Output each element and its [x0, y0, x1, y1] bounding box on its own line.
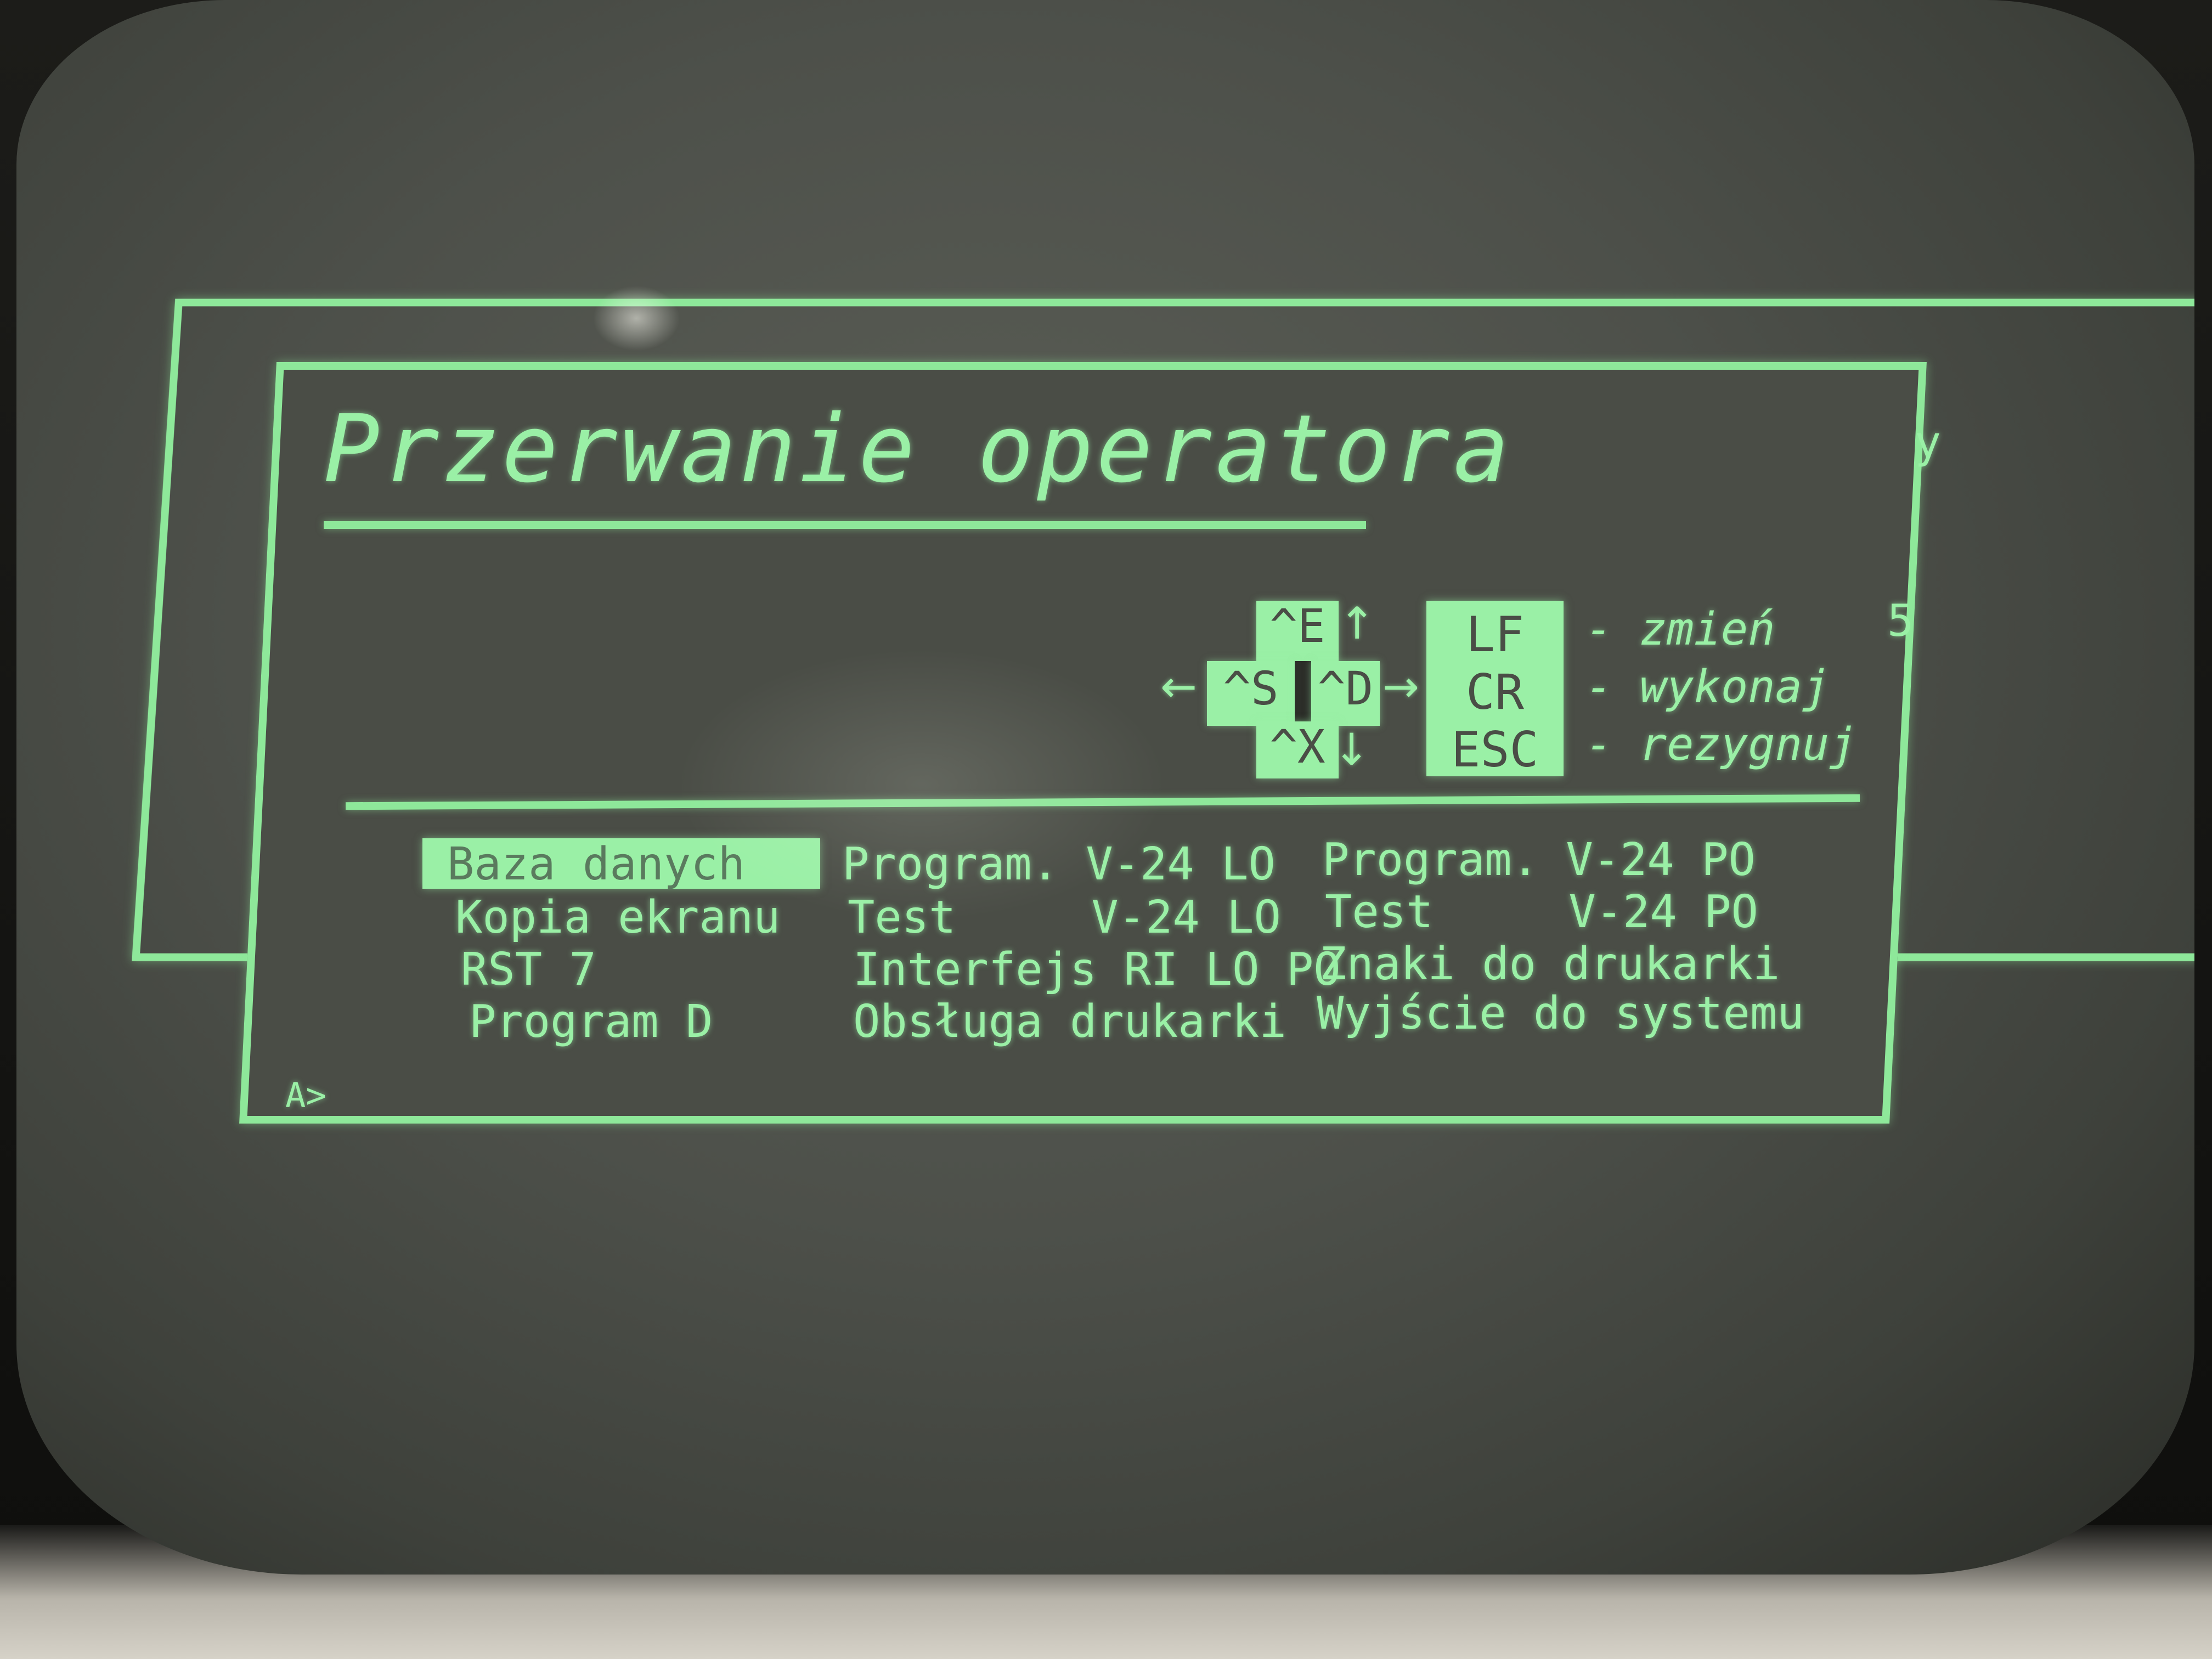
key-esc: ESC: [1451, 721, 1539, 778]
menu-item-test-v24-po[interactable]: Test V-24 PO: [1325, 886, 1758, 938]
title-underline: [324, 521, 1366, 529]
menu-item-znaki-do-drukarki[interactable]: Znaki do drukarki: [1319, 938, 1780, 990]
key-up: ^E: [1256, 601, 1339, 663]
key-down: ^X: [1256, 721, 1339, 778]
command-desc-execute: - wykonaj: [1585, 661, 1830, 713]
arrow-down-icon: ↓: [1333, 724, 1370, 775]
command-desc-cancel: - rezygnuj: [1585, 719, 1857, 771]
crt-screen: Przerwanie operatora y 5 ^E ^S ^D ^X ↑ ←…: [16, 0, 2194, 1575]
menu-item-interfejs-ri[interactable]: Interfejs RI LO PO: [853, 944, 1341, 996]
menu-item-obsluga-drukarki[interactable]: Obsługa drukarki: [853, 996, 1286, 1048]
arrow-up-icon: ↑: [1339, 598, 1376, 649]
edge-char-2: 5: [1887, 595, 1914, 646]
menu-item-program-v24-po[interactable]: Program. V-24 PO: [1322, 834, 1756, 886]
command-desc-change: - zmień: [1585, 603, 1775, 656]
menu-item-wyjscie-do-systemu[interactable]: Wyjście do systemu: [1317, 988, 1804, 1040]
command-prompt: A>: [285, 1075, 326, 1115]
menu-item-rst-7[interactable]: RST 7: [461, 944, 596, 996]
dialog-title: Przerwanie operatora: [324, 395, 1513, 504]
screen-reflection: [675, 647, 1169, 922]
key-right: ^D: [1311, 661, 1380, 726]
menu-item-program-d[interactable]: Program D: [469, 996, 713, 1048]
cursor-block: [1295, 661, 1311, 726]
key-lf: LF: [1466, 606, 1524, 663]
key-cr: CR: [1466, 664, 1524, 720]
edge-char-1: y: [1915, 417, 1942, 468]
screen-glare: [592, 285, 680, 351]
arrow-right-icon: →: [1383, 661, 1420, 712]
menu-item-label: Baza danych: [447, 838, 746, 890]
key-left: ^S: [1207, 661, 1295, 726]
command-keys: LF CR ESC: [1426, 601, 1564, 778]
arrow-left-icon: ←: [1160, 661, 1198, 712]
menu-item-kopia-ekranu[interactable]: Kopia ekranu: [455, 891, 780, 944]
